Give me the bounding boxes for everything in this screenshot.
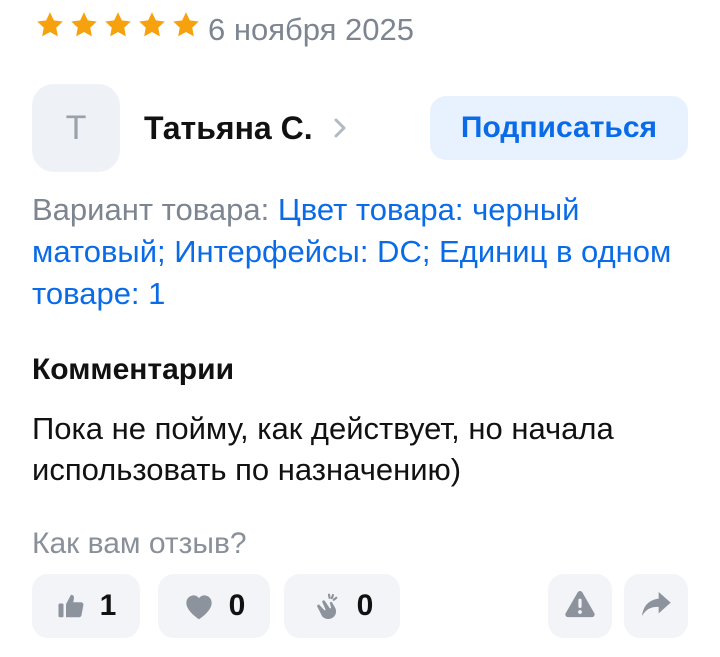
clap-count: 0 bbox=[356, 589, 374, 622]
heart-icon bbox=[183, 591, 215, 621]
clapping-hands-icon bbox=[311, 590, 343, 622]
star-icon bbox=[103, 10, 133, 40]
warning-icon bbox=[564, 589, 596, 624]
like-count: 1 bbox=[99, 589, 117, 622]
author-name[interactable]: Татьяна С. bbox=[144, 110, 313, 147]
star-icon bbox=[137, 10, 167, 40]
comment-text: Пока не пойму, как действует, но начала … bbox=[32, 411, 614, 487]
subscribe-button[interactable]: Подписаться bbox=[430, 96, 688, 160]
thumbs-up-icon bbox=[56, 591, 86, 621]
variant-label: Вариант товара: bbox=[32, 192, 270, 227]
review-date: 6 ноября 2025 bbox=[208, 12, 415, 47]
heart-count: 0 bbox=[228, 589, 246, 622]
share-button[interactable] bbox=[624, 574, 688, 638]
avatar[interactable]: Т bbox=[32, 84, 120, 172]
like-button[interactable]: 1 bbox=[32, 574, 140, 638]
star-icon bbox=[35, 10, 65, 40]
comments-heading: Комментарии bbox=[32, 353, 235, 386]
chevron-right-icon bbox=[331, 117, 349, 139]
author-link[interactable]: Татьяна С. bbox=[144, 104, 349, 152]
feedback-question: Как вам отзыв? bbox=[32, 527, 247, 560]
heart-button[interactable]: 0 bbox=[158, 574, 270, 638]
clap-button[interactable]: 0 bbox=[284, 574, 400, 638]
share-icon bbox=[640, 590, 672, 623]
rating-stars bbox=[35, 8, 201, 42]
report-button[interactable] bbox=[548, 574, 612, 638]
star-icon bbox=[171, 10, 201, 40]
star-icon bbox=[69, 10, 99, 40]
product-variant: Вариант товара: Цвет товара: черный мато… bbox=[32, 189, 682, 315]
